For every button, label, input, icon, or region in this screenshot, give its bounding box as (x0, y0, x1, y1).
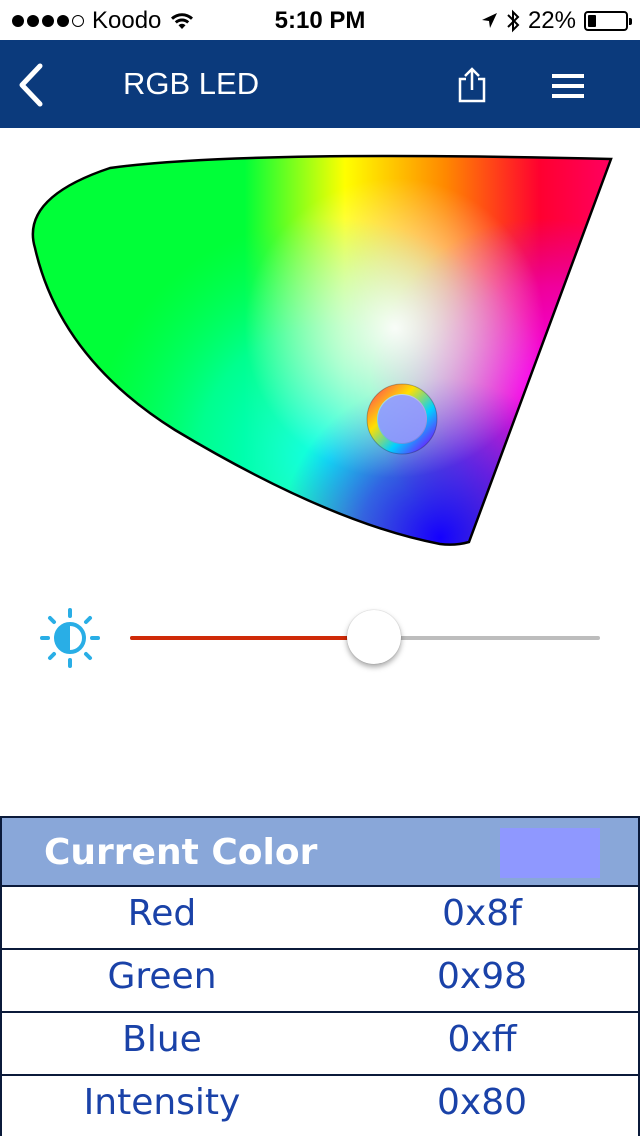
slider-fill (130, 636, 375, 640)
back-chevron-icon[interactable] (14, 62, 50, 108)
row-label: Red (127, 893, 197, 934)
battery-icon (584, 11, 632, 31)
row-value: 0xff (447, 1019, 517, 1060)
gamut-fill (32, 156, 612, 545)
current-color-swatch (500, 828, 600, 878)
location-arrow-icon (481, 13, 497, 28)
table-row-green: Green 0x98 (0, 950, 640, 1013)
row-label: Green (107, 956, 217, 997)
navigation-bar: RGB LED (0, 40, 640, 128)
battery-level (588, 15, 596, 27)
current-color-table: Current Color Red 0x8f Green 0x98 Blue 0… (0, 816, 640, 1136)
table-row-intensity: Intensity 0x80 (0, 1076, 640, 1136)
brightness-slider[interactable] (130, 610, 600, 666)
slider-thumb[interactable] (347, 610, 402, 664)
row-value: 0x8f (442, 893, 522, 934)
app-screen: Koodo 5:10 PM 22% RGB LED Current Color … (0, 0, 640, 1136)
battery-percent: 22% (527, 7, 576, 34)
table-header: Current Color (0, 816, 640, 887)
color-gamut-picker[interactable] (0, 128, 640, 578)
status-right: 22% (480, 7, 632, 35)
row-value: 0x80 (436, 1082, 528, 1123)
share-icon[interactable] (456, 66, 488, 104)
row-value: 0x98 (436, 956, 528, 997)
table-row-red: Red 0x8f (0, 887, 640, 950)
hamburger-menu-icon[interactable] (550, 72, 586, 100)
page-title: RGB LED (123, 66, 260, 101)
status-bar: Koodo 5:10 PM 22% (0, 0, 640, 40)
bluetooth-icon (507, 9, 520, 33)
brightness-icon (40, 608, 100, 668)
row-label: Intensity (83, 1082, 241, 1123)
table-row-blue: Blue 0xff (0, 1013, 640, 1076)
row-label: Blue (122, 1019, 202, 1060)
table-header-title: Current Color (44, 832, 318, 873)
